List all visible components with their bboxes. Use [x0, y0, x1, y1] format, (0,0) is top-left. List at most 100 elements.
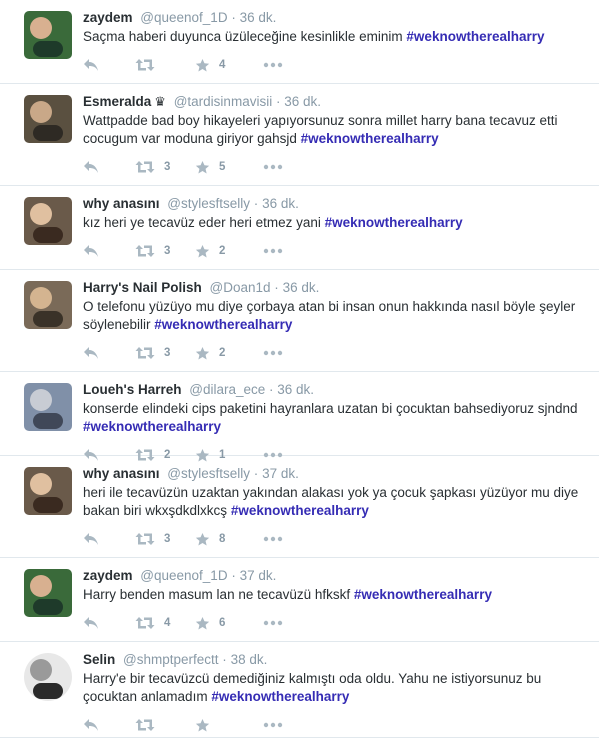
retweet-button[interactable]: 3 — [135, 530, 170, 548]
favorite-count: 8 — [219, 533, 226, 545]
reply-button[interactable] — [83, 56, 99, 74]
hashtag-link[interactable]: #weknowtherealharry — [231, 503, 369, 518]
tweet[interactable]: zaydem @queenof_1D · 36 dk. Saçma haberi… — [0, 0, 599, 84]
more-options-button[interactable] — [263, 530, 283, 548]
avatar[interactable] — [24, 383, 72, 431]
timestamp[interactable]: 38 dk. — [231, 652, 268, 667]
retweet-button[interactable]: 4 — [135, 614, 170, 632]
separator: · — [253, 196, 259, 211]
retweet-button[interactable]: 3 — [135, 242, 170, 260]
avatar[interactable] — [24, 467, 72, 515]
separator: · — [269, 382, 274, 397]
avatar[interactable] — [24, 653, 72, 701]
more-icon — [263, 722, 283, 728]
timestamp[interactable]: 36 dk. — [262, 196, 299, 211]
tweet[interactable]: why anasını @stylesftselly · 37 dk. heri… — [0, 456, 599, 558]
display-name[interactable]: zaydem — [83, 568, 133, 583]
tweet[interactable]: Harry's Nail Polish @Doan1d · 36 dk. O t… — [0, 270, 599, 372]
more-icon — [263, 248, 283, 254]
retweet-button[interactable] — [135, 56, 155, 74]
reply-button[interactable] — [83, 158, 99, 176]
reply-button[interactable] — [83, 344, 99, 362]
tweet-actions: 4 — [83, 50, 587, 80]
display-name[interactable]: Selin — [83, 652, 115, 667]
avatar[interactable] — [24, 197, 72, 245]
username[interactable]: @stylesftselly — [167, 466, 250, 481]
display-name[interactable]: Loueh's Harreh — [83, 382, 181, 397]
hashtag-link[interactable]: #weknowtherealharry — [406, 29, 544, 44]
tweet[interactable]: why anasını @stylesftselly · 36 dk. kız … — [0, 186, 599, 270]
tweet[interactable]: Loueh's Harreh @dilara_ece · 36 dk. kons… — [0, 372, 599, 461]
timestamp[interactable]: 37 dk. — [262, 466, 299, 481]
timestamp[interactable]: 36 dk. — [284, 94, 321, 109]
favorite-count: 5 — [219, 161, 226, 173]
avatar[interactable] — [24, 569, 72, 617]
tweet-header: zaydem @queenof_1D · 36 dk. — [83, 9, 587, 27]
reply-button[interactable] — [83, 614, 99, 632]
username[interactable]: @tardisinmavisii — [174, 94, 272, 109]
favorite-count: 6 — [219, 617, 226, 629]
more-options-button[interactable] — [263, 242, 283, 260]
hashtag-link[interactable]: #weknowtherealharry — [83, 419, 221, 434]
more-options-button[interactable] — [263, 614, 283, 632]
tweet-actions — [83, 710, 587, 740]
star-icon — [195, 346, 210, 359]
tweet-body: Saçma haberi duyunca üzüleceğine kesinli… — [83, 29, 407, 44]
hashtag-link[interactable]: #weknowtherealharry — [325, 215, 463, 230]
favorite-button[interactable]: 8 — [195, 530, 225, 548]
display-name[interactable]: Harry's Nail Polish — [83, 280, 202, 295]
retweet-button[interactable]: 3 — [135, 158, 170, 176]
favorite-button[interactable]: 5 — [195, 158, 225, 176]
display-name[interactable]: zaydem — [83, 10, 133, 25]
hashtag-link[interactable]: #weknowtherealharry — [154, 317, 292, 332]
tweet-actions: 3 2 — [83, 338, 587, 368]
more-options-button[interactable] — [263, 56, 283, 74]
tweet[interactable]: Esmeralda ♛ @tardisinmavisii · 36 dk. Wat… — [0, 84, 599, 186]
username[interactable]: @shmptperfectt — [123, 652, 219, 667]
tweet-text: heri ile tecavüzün uzaktan yakından alak… — [83, 484, 587, 520]
reply-button[interactable] — [83, 716, 99, 734]
favorite-button[interactable] — [195, 716, 210, 734]
username[interactable]: @dilara_ece — [189, 382, 265, 397]
more-options-button[interactable] — [263, 344, 283, 362]
favorite-count: 2 — [219, 245, 226, 257]
timestamp[interactable]: 36 dk. — [240, 10, 277, 25]
retweet-button[interactable] — [135, 716, 155, 734]
reply-icon — [84, 533, 98, 545]
username[interactable]: @queenof_1D — [140, 10, 227, 25]
retweet-button[interactable]: 3 — [135, 344, 170, 362]
username[interactable]: @Doan1d — [210, 280, 271, 295]
separator: · — [231, 10, 236, 25]
tweet-text: konserde elindeki cips paketini hayranla… — [83, 400, 587, 436]
tweet[interactable]: zaydem @queenof_1D · 37 dk. Harry benden… — [0, 558, 599, 642]
avatar[interactable] — [24, 11, 72, 59]
display-name[interactable]: Esmeralda — [83, 94, 151, 109]
hashtag-link[interactable]: #weknowtherealharry — [211, 689, 349, 704]
timestamp[interactable]: 37 dk. — [240, 568, 277, 583]
username[interactable]: @queenof_1D — [140, 568, 227, 583]
reply-icon — [84, 617, 98, 629]
separator: · — [231, 568, 236, 583]
retweet-icon — [135, 719, 155, 731]
favorite-button[interactable]: 2 — [195, 344, 225, 362]
username[interactable]: @stylesftselly — [167, 196, 250, 211]
favorite-button[interactable]: 2 — [195, 242, 225, 260]
tweet[interactable]: Selin @shmptperfectt · 38 dk. Harry'e bi… — [0, 642, 599, 738]
favorite-button[interactable]: 4 — [195, 56, 225, 74]
reply-button[interactable] — [83, 242, 99, 260]
display-name[interactable]: why anasını — [83, 466, 160, 481]
hashtag-link[interactable]: #weknowtherealharry — [301, 131, 439, 146]
tweet-header: Selin @shmptperfectt · 38 dk. — [83, 651, 587, 669]
retweet-count: 3 — [164, 245, 171, 257]
hashtag-link[interactable]: #weknowtherealharry — [354, 587, 492, 602]
favorite-button[interactable]: 6 — [195, 614, 225, 632]
reply-button[interactable] — [83, 530, 99, 548]
more-options-button[interactable] — [263, 716, 283, 734]
avatar[interactable] — [24, 281, 72, 329]
timestamp[interactable]: 36 dk. — [277, 382, 314, 397]
avatar[interactable] — [24, 95, 72, 143]
tweet-actions: 3 2 — [83, 236, 587, 266]
timestamp[interactable]: 36 dk. — [283, 280, 320, 295]
display-name[interactable]: why anasını — [83, 196, 160, 211]
more-options-button[interactable] — [263, 158, 283, 176]
